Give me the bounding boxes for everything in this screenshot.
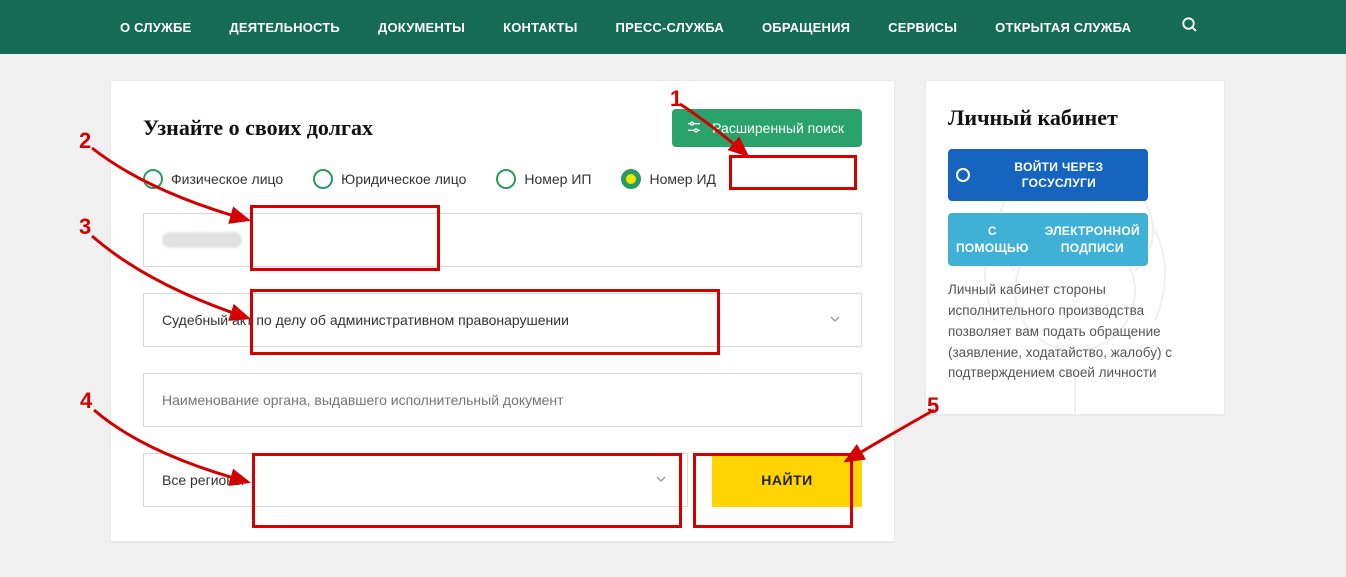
radio-individual[interactable]: Физическое лицо bbox=[143, 169, 283, 189]
login-esign-label-2: ЭЛЕКТРОННОЙ ПОДПИСИ bbox=[1045, 223, 1140, 255]
nav-item-about[interactable]: О СЛУЖБЕ bbox=[120, 20, 191, 35]
chevron-down-icon bbox=[653, 471, 669, 490]
nav-item-appeals[interactable]: ОБРАЩЕНИЯ bbox=[762, 20, 850, 35]
login-gosuslugi-button[interactable]: ВОЙТИ ЧЕРЕЗ ГОСУСЛУГИ bbox=[948, 149, 1148, 201]
nav-item-services[interactable]: СЕРВИСЫ bbox=[888, 20, 957, 35]
circle-icon bbox=[956, 168, 970, 182]
find-button[interactable]: НАЙТИ bbox=[712, 453, 862, 507]
radio-ip-number[interactable]: Номер ИП bbox=[496, 169, 591, 189]
issuer-input[interactable] bbox=[162, 392, 843, 408]
radio-icon bbox=[621, 169, 641, 189]
login-gosuslugi-label: ВОЙТИ ЧЕРЕЗ ГОСУСЛУГИ bbox=[978, 159, 1140, 191]
chevron-down-icon bbox=[827, 311, 843, 330]
radio-icon bbox=[496, 169, 516, 189]
region-value: Все регионы bbox=[162, 472, 244, 488]
radio-id-number[interactable]: Номер ИД bbox=[621, 169, 716, 189]
issuer-field[interactable] bbox=[143, 373, 862, 427]
radio-label: Юридическое лицо bbox=[341, 171, 466, 187]
region-select[interactable]: Все регионы bbox=[143, 453, 688, 507]
doc-type-value: Судебный акт по делу об административном… bbox=[162, 312, 569, 328]
search-type-radios: Физическое лицо Юридическое лицо Номер И… bbox=[143, 169, 862, 189]
personal-account-card: Личный кабинет ВОЙТИ ЧЕРЕЗ ГОСУСЛУГИ С П… bbox=[925, 80, 1225, 415]
nav-item-press[interactable]: ПРЕСС-СЛУЖБА bbox=[616, 20, 724, 35]
top-nav: О СЛУЖБЕ ДЕЯТЕЛЬНОСТЬ ДОКУМЕНТЫ КОНТАКТЫ… bbox=[0, 0, 1346, 54]
sidebar-description: Личный кабинет стороны исполнительного п… bbox=[948, 280, 1202, 385]
nav-item-open[interactable]: ОТКРЫТАЯ СЛУЖБА bbox=[995, 20, 1131, 35]
radio-icon bbox=[143, 169, 163, 189]
login-esign-button[interactable]: С ПОМОЩЬЮ ЭЛЕКТРОННОЙ ПОДПИСИ bbox=[948, 213, 1148, 265]
radio-icon bbox=[313, 169, 333, 189]
nav-item-activity[interactable]: ДЕЯТЕЛЬНОСТЬ bbox=[229, 20, 340, 35]
nav-item-documents[interactable]: ДОКУМЕНТЫ bbox=[378, 20, 465, 35]
doc-type-select[interactable]: Судебный акт по делу об административном… bbox=[143, 293, 862, 347]
radio-legal[interactable]: Юридическое лицо bbox=[313, 169, 466, 189]
radio-label: Номер ИД bbox=[649, 171, 716, 187]
login-esign-label-1: С ПОМОЩЬЮ bbox=[956, 223, 1029, 255]
search-icon[interactable] bbox=[1181, 16, 1199, 39]
advanced-search-label: Расширенный поиск bbox=[712, 120, 844, 136]
search-title: Узнайте о своих долгах bbox=[143, 115, 373, 141]
sliders-icon bbox=[686, 119, 702, 138]
nav-item-contacts[interactable]: КОНТАКТЫ bbox=[503, 20, 577, 35]
debt-search-card: Узнайте о своих долгах Расширенный поиск… bbox=[110, 80, 895, 542]
sidebar-title: Личный кабинет bbox=[948, 105, 1202, 131]
advanced-search-button[interactable]: Расширенный поиск bbox=[672, 109, 862, 147]
radio-label: Номер ИП bbox=[524, 171, 591, 187]
id-number-field[interactable] bbox=[143, 213, 862, 267]
radio-label: Физическое лицо bbox=[171, 171, 283, 187]
